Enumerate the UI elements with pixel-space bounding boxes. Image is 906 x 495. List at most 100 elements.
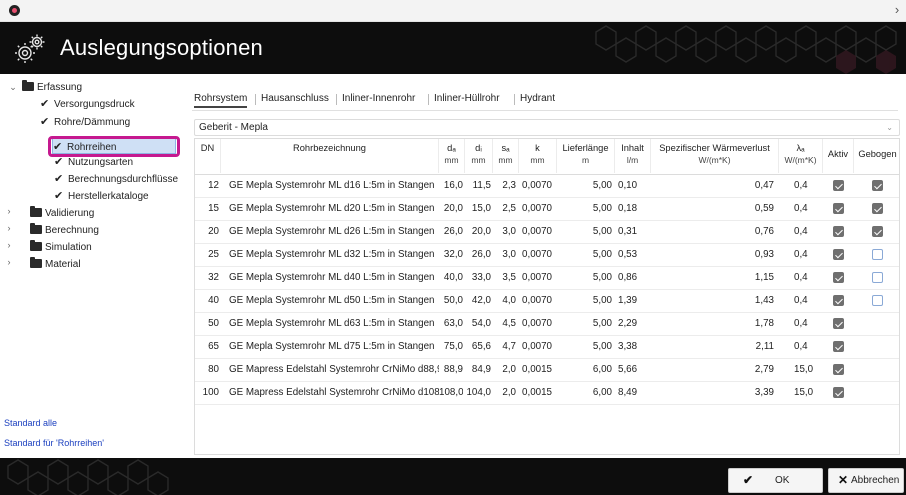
col-header-k[interactable]: k mm bbox=[519, 139, 557, 173]
col-header-lieferlaenge[interactable]: Lieferlänge m bbox=[557, 139, 615, 173]
cell-rohrbezeichnung: GE Mepla Systemrohr ML d26 L:5m in Stang… bbox=[229, 226, 435, 237]
tree-item-simulation[interactable]: Simulation bbox=[30, 240, 92, 256]
expand-chevron-right-icon[interactable]: › bbox=[4, 240, 14, 256]
table-row[interactable]: 50 GE Mepla Systemrohr ML d63 L:5m in Sta… bbox=[195, 313, 899, 336]
table-row[interactable]: 15 GE Mepla Systemrohr ML d20 L:5m in Sta… bbox=[195, 198, 899, 221]
table-row[interactable]: 25 GE Mepla Systemrohr ML d32 L:5m in Sta… bbox=[195, 244, 899, 267]
checkmark-icon: ✔ bbox=[40, 98, 50, 110]
gebogen-checkbox[interactable] bbox=[872, 203, 883, 214]
cell-waermeverlust: 3,39 bbox=[754, 387, 774, 398]
cell-k: 0,0070 bbox=[522, 295, 552, 306]
reset-all-link[interactable]: Standard alle bbox=[4, 418, 57, 428]
tab-hausanschluss[interactable]: Hausanschluss bbox=[261, 90, 329, 108]
app-icon bbox=[9, 5, 20, 16]
col-header-inhalt[interactable]: Inhalt l/m bbox=[615, 139, 651, 173]
aktiv-checkbox[interactable] bbox=[833, 341, 844, 352]
aktiv-checkbox[interactable] bbox=[833, 364, 844, 375]
checkmark-icon: ✔ bbox=[40, 116, 50, 128]
tree-item-erfassung[interactable]: Erfassung bbox=[22, 80, 82, 96]
table-row[interactable]: 80 GE Mapress Edelstahl Systemrohr CrNiMo… bbox=[195, 359, 899, 382]
cell-inhalt: 0,86 bbox=[618, 272, 638, 283]
aktiv-checkbox[interactable] bbox=[833, 226, 844, 237]
tab-rohrsystem[interactable]: Rohrsystem bbox=[194, 90, 248, 108]
cell-di: 104,0 bbox=[466, 387, 491, 398]
cell-inhalt: 0,10 bbox=[618, 180, 638, 191]
cell-lieferlaenge: 5,00 bbox=[592, 226, 612, 237]
gebogen-checkbox[interactable] bbox=[872, 226, 883, 237]
cell-da: 40,0 bbox=[443, 272, 463, 283]
cell-s: 3,5 bbox=[502, 272, 516, 283]
cell-rohrbezeichnung: GE Mepla Systemrohr ML d20 L:5m in Stang… bbox=[229, 203, 435, 214]
tab-hydrant[interactable]: Hydrant bbox=[520, 90, 555, 108]
aktiv-checkbox[interactable] bbox=[833, 387, 844, 398]
cell-da: 26,0 bbox=[443, 226, 463, 237]
table-row[interactable]: 100 GE Mapress Edelstahl Systemrohr CrNiM… bbox=[195, 382, 899, 405]
window-close-button[interactable]: › bbox=[890, 2, 904, 18]
cell-rohrbezeichnung: GE Mepla Systemrohr ML d32 L:5m in Stang… bbox=[229, 249, 435, 260]
reset-rohrreihen-link[interactable]: Standard für 'Rohrreihen' bbox=[4, 438, 104, 448]
col-header-waermeverlust[interactable]: Spezifischer Wärmeverlust W/(m*K) bbox=[651, 139, 779, 173]
tree-item-berechnung[interactable]: Berechnung bbox=[30, 223, 99, 239]
expand-chevron-right-icon[interactable]: › bbox=[4, 223, 14, 239]
expand-chevron-right-icon[interactable]: › bbox=[4, 257, 14, 273]
cell-waermeverlust: 0,59 bbox=[754, 203, 774, 214]
table-row[interactable]: 32 GE Mepla Systemrohr ML d40 L:5m in Sta… bbox=[195, 267, 899, 290]
table-row[interactable]: 12 GE Mepla Systemrohr ML d16 L:5m in Sta… bbox=[195, 175, 899, 198]
tree-item-validierung[interactable]: Validierung bbox=[30, 206, 94, 222]
aktiv-checkbox[interactable] bbox=[833, 180, 844, 191]
cell-waermeverlust: 1,15 bbox=[754, 272, 774, 283]
table-row[interactable]: 40 GE Mepla Systemrohr ML d50 L:5m in Sta… bbox=[195, 290, 899, 313]
cell-waermeverlust: 1,78 bbox=[754, 318, 774, 329]
tree-item-material[interactable]: Material bbox=[30, 257, 81, 273]
cell-s: 2,3 bbox=[502, 180, 516, 191]
cell-di: 20,0 bbox=[471, 226, 491, 237]
expand-chevron-right-icon[interactable]: › bbox=[4, 206, 14, 222]
tab-separator bbox=[428, 94, 429, 105]
col-header-gebogen[interactable]: Gebogen bbox=[854, 139, 899, 173]
expand-chevron-down-icon[interactable]: ⌄ bbox=[8, 82, 18, 98]
cell-k: 0,0070 bbox=[522, 226, 552, 237]
cell-da: 88,9 bbox=[443, 364, 463, 375]
cell-rohrbezeichnung: GE Mepla Systemrohr ML d63 L:5m in Stang… bbox=[229, 318, 435, 329]
cell-s: 2,0 bbox=[502, 387, 516, 398]
col-header-s[interactable]: sₐ mm bbox=[493, 139, 519, 173]
col-header-da[interactable]: dₐ mm bbox=[439, 139, 465, 173]
col-header-rohrbezeichnung[interactable]: Rohrbezeichnung bbox=[221, 139, 439, 173]
cancel-button[interactable]: ✕ Abbrechen bbox=[828, 468, 904, 493]
aktiv-checkbox[interactable] bbox=[833, 272, 844, 283]
cell-da: 32,0 bbox=[443, 249, 463, 260]
cell-di: 65,6 bbox=[471, 341, 491, 352]
hexagon-pattern bbox=[595, 25, 897, 74]
gebogen-checkbox[interactable] bbox=[872, 272, 883, 283]
tree-item-versorgungsdruck[interactable]: ✔ Versorgungsdruck bbox=[40, 96, 135, 112]
gebogen-checkbox[interactable] bbox=[872, 249, 883, 260]
tree-item-berechnungsdurchfluesse[interactable]: ✔ Berechnungsdurchflüsse bbox=[54, 171, 178, 187]
col-header-di[interactable]: dᵢ mm bbox=[465, 139, 493, 173]
ok-button[interactable]: ✔ OK bbox=[728, 468, 823, 493]
tree-item-nutzungsarten[interactable]: ✔ Nutzungsarten bbox=[54, 154, 133, 170]
col-header-aktiv[interactable]: Aktiv bbox=[823, 139, 854, 173]
table-row[interactable]: 20 GE Mepla Systemrohr ML d26 L:5m in Sta… bbox=[195, 221, 899, 244]
chevron-down-icon: ⌄ bbox=[886, 123, 893, 132]
aktiv-checkbox[interactable] bbox=[833, 203, 844, 214]
col-header-lambda[interactable]: λₐ W/(m*K) bbox=[779, 139, 823, 173]
pipe-system-select[interactable]: Geberit - Mepla ⌄ bbox=[194, 119, 900, 136]
aktiv-checkbox[interactable] bbox=[833, 249, 844, 260]
aktiv-checkbox[interactable] bbox=[833, 318, 844, 329]
tab-inliner-huellrohr[interactable]: Inliner-Hüllrohr bbox=[434, 90, 500, 108]
cell-s: 4,0 bbox=[502, 295, 516, 306]
table-row[interactable]: 65 GE Mepla Systemrohr ML d75 L:5m in Sta… bbox=[195, 336, 899, 359]
tree-item-herstellerkataloge[interactable]: ✔ Herstellerkataloge bbox=[54, 188, 149, 204]
cell-inhalt: 2,29 bbox=[618, 318, 638, 329]
col-header-dn[interactable]: DN bbox=[195, 139, 221, 173]
cell-di: 42,0 bbox=[471, 295, 491, 306]
tab-inliner-innenrohr[interactable]: Inliner-Innenrohr bbox=[342, 90, 415, 108]
tree-item-rohre-daemmung[interactable]: ✔ Rohre/Dämmung bbox=[40, 114, 130, 130]
aktiv-checkbox[interactable] bbox=[833, 295, 844, 306]
cell-dn: 80 bbox=[208, 364, 219, 375]
cell-inhalt: 8,49 bbox=[618, 387, 638, 398]
main-panel: Rohrsystem Hausanschluss Inliner-Innenro… bbox=[186, 74, 906, 458]
cell-waermeverlust: 0,76 bbox=[754, 226, 774, 237]
gebogen-checkbox[interactable] bbox=[872, 295, 883, 306]
gebogen-checkbox[interactable] bbox=[872, 180, 883, 191]
